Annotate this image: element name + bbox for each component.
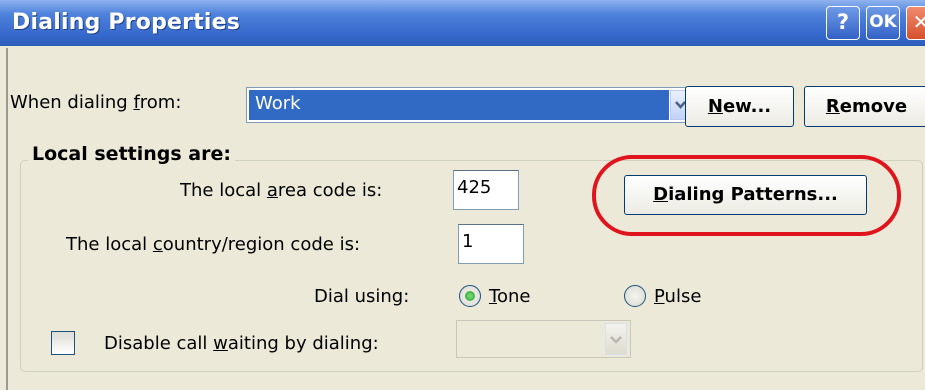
dialing-patterns-button[interactable]: Dialing Patterns... xyxy=(624,175,867,215)
dial-using-label: Dial using: xyxy=(314,286,410,307)
pulse-radio[interactable] xyxy=(624,285,646,307)
close-button[interactable]: ✕ xyxy=(906,6,925,40)
tone-label[interactable]: Tone xyxy=(489,286,530,307)
location-label: When dialing from: xyxy=(10,92,182,113)
dialog-frame-edge xyxy=(6,48,8,390)
location-selected-value[interactable]: Work xyxy=(249,90,669,120)
help-button[interactable]: ? xyxy=(826,6,860,40)
call-waiting-label: Disable call waiting by dialing: xyxy=(104,333,379,354)
area-code-input[interactable]: 425 xyxy=(453,170,519,210)
ok-button[interactable]: OK xyxy=(866,6,900,40)
remove-location-button[interactable]: Remove xyxy=(804,86,925,127)
new-location-button[interactable]: New... xyxy=(685,86,794,127)
group-title: Local settings are: xyxy=(28,143,235,165)
radio-selected-dot xyxy=(465,291,475,301)
pulse-label[interactable]: Pulse xyxy=(654,286,701,307)
country-code-label: The local country/region code is: xyxy=(66,234,361,255)
chevron-down-icon[interactable] xyxy=(605,323,627,355)
area-code-label: The local area code is: xyxy=(180,180,383,201)
country-code-input[interactable]: 1 xyxy=(458,224,524,264)
window-title: Dialing Properties xyxy=(12,10,241,35)
call-waiting-checkbox[interactable] xyxy=(51,331,75,355)
